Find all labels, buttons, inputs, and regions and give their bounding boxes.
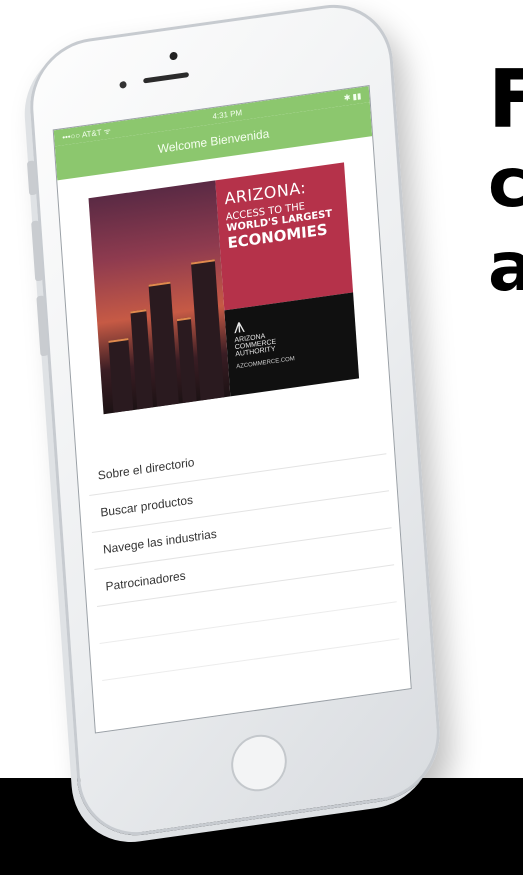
volume-down-button bbox=[36, 295, 49, 357]
battery-icon: ✱ ▮▮ bbox=[343, 90, 362, 103]
status-time: 4:31 PM bbox=[212, 107, 243, 121]
earpiece-speaker bbox=[143, 72, 190, 84]
app-screen: •••○○ AT&T ᯤ 4:31 PM ✱ ▮▮ Welcome Bienve… bbox=[52, 85, 412, 734]
home-button[interactable] bbox=[229, 731, 289, 795]
camera-icon bbox=[169, 51, 178, 61]
banner-title-block: ARIZONA: ACCESS TO THE WORLD'S LARGEST E… bbox=[215, 162, 354, 311]
arizona-banner-ad[interactable]: ARIZONA: ACCESS TO THE WORLD'S LARGEST E… bbox=[88, 162, 360, 415]
banner-logo-block: ⩚ ARIZONA COMMERCE AUTHORITY AZCOMMERCE.… bbox=[224, 292, 360, 397]
phone-mockup: •••○○ AT&T ᯤ 4:31 PM ✱ ▮▮ Welcome Bienve… bbox=[0, 0, 523, 875]
volume-up-button bbox=[31, 220, 44, 282]
banner-text-panel: ARIZONA: ACCESS TO THE WORLD'S LARGEST E… bbox=[215, 162, 360, 397]
front-camera-icon bbox=[119, 80, 127, 89]
city-skyline-image bbox=[88, 180, 231, 415]
nav-title: Welcome Bienvenida bbox=[157, 126, 270, 157]
mute-switch bbox=[26, 160, 38, 196]
main-menu: Sobre el directorio Buscar productos Nav… bbox=[86, 417, 400, 682]
phone-body: •••○○ AT&T ᯤ 4:31 PM ✱ ▮▮ Welcome Bienve… bbox=[25, 0, 445, 844]
